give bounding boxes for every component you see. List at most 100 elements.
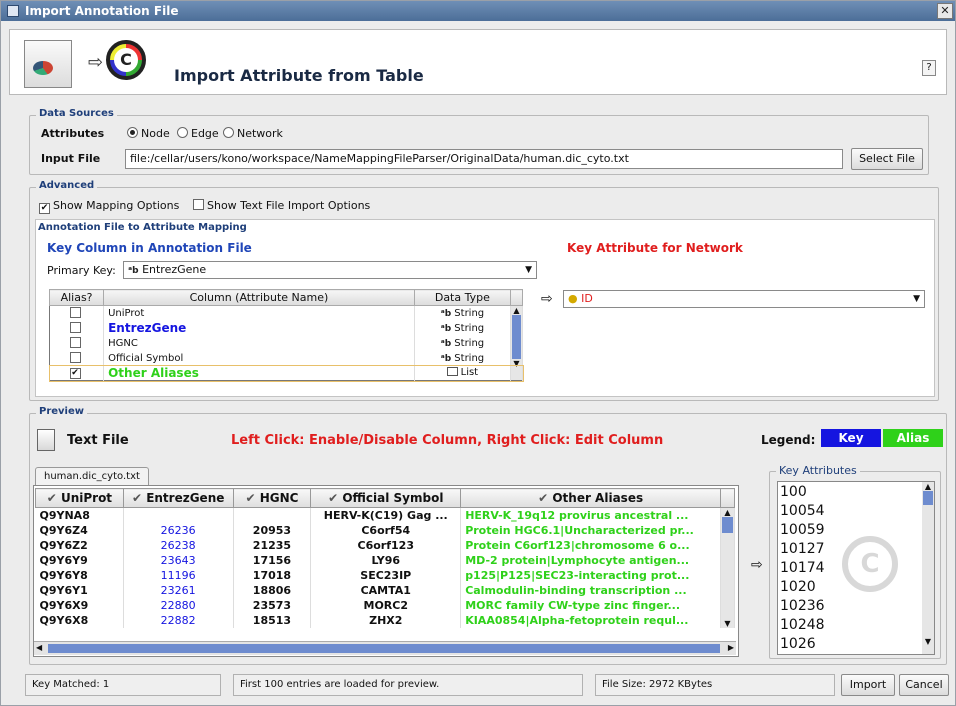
cell-entrezgene: 22880 bbox=[123, 597, 234, 613]
preview-scrollbar[interactable]: ▲ ▼ bbox=[720, 507, 735, 628]
mapping-row[interactable]: HGNC ᵃb String bbox=[49, 335, 523, 351]
key-attributes-scrollbar[interactable]: ▲ ▼ bbox=[922, 482, 934, 654]
col-alias[interactable]: Alias? bbox=[48, 289, 105, 306]
mapping-scroll-thumb[interactable] bbox=[511, 315, 521, 359]
table-row[interactable]: Q9Y6Y8 11196 17018 SEC23IP p125|P125|SEC… bbox=[35, 567, 735, 583]
list-item[interactable]: 10054 bbox=[780, 503, 825, 519]
list-item[interactable]: 10174 bbox=[780, 560, 825, 576]
alias-checkbox[interactable] bbox=[49, 350, 105, 366]
import-button[interactable]: Import bbox=[841, 674, 895, 696]
list-item[interactable]: 10248 bbox=[780, 617, 825, 633]
mapping-col-type: ᵃb String bbox=[414, 350, 511, 366]
preview-col-entrezgene[interactable]: ✔ EntrezGene bbox=[122, 488, 234, 508]
table-row[interactable]: Q9Y6Y9 23643 17156 LY96 MD-2 protein|Lym… bbox=[35, 552, 735, 568]
mapping-table: Alias? Column (Attribute Name) Data Type… bbox=[48, 289, 524, 382]
list-item[interactable]: 100 bbox=[780, 484, 807, 500]
attributes-label: Attributes bbox=[41, 127, 105, 140]
mapping-scrollbar[interactable]: ▲ ▼ bbox=[510, 305, 524, 381]
preview-col-other-aliases[interactable]: ✔ Other Aliases bbox=[460, 488, 722, 508]
select-file-button[interactable]: Select File bbox=[851, 148, 923, 170]
key-attributes-legend: Key Attributes bbox=[776, 464, 860, 477]
table-row[interactable]: Q9Y6X9 22880 23573 MORC2 MORC family CW-… bbox=[35, 597, 735, 613]
table-row[interactable]: Q9Y6Z2 26238 21235 C6orf123 Protein C6or… bbox=[35, 537, 735, 553]
mapping-col-type: ᵃb String bbox=[414, 305, 511, 321]
radio-network[interactable]: Network bbox=[223, 127, 283, 140]
primary-key-combo[interactable]: ᵃb EntrezGene ▼ bbox=[123, 261, 537, 279]
col-type[interactable]: Data Type bbox=[413, 289, 511, 306]
scroll-left-icon[interactable]: ◀ bbox=[36, 643, 42, 652]
scroll-up-icon[interactable]: ▲ bbox=[511, 306, 522, 315]
table-file-icon bbox=[24, 40, 72, 88]
radio-network-label: Network bbox=[237, 127, 283, 140]
scroll-down-icon[interactable]: ▼ bbox=[721, 619, 733, 628]
alias-checkbox[interactable] bbox=[49, 335, 105, 351]
radio-edge[interactable]: Edge bbox=[177, 127, 219, 140]
scroll-up-icon[interactable]: ▲ bbox=[721, 508, 733, 517]
show-mapping-label: Show Mapping Options bbox=[53, 199, 180, 212]
preview-col-official-symbol[interactable]: ✔ Official Symbol bbox=[310, 488, 462, 508]
cell-other-aliases: Calmodulin-binding transcription ... bbox=[460, 582, 722, 598]
show-text-import-checkbox[interactable]: Show Text File Import Options bbox=[193, 199, 370, 212]
mapping-col-name: EntrezGene bbox=[103, 320, 415, 336]
list-item[interactable]: 10059 bbox=[780, 522, 825, 538]
mapping-row[interactable]: ✔ Other Aliases List bbox=[48, 364, 524, 382]
mapping-type-label: String bbox=[454, 337, 485, 349]
scroll-right-icon[interactable]: ▶ bbox=[728, 643, 734, 652]
key-attributes-scroll-thumb[interactable] bbox=[923, 491, 933, 505]
table-row[interactable]: Q9Y6Y1 23261 18806 CAMTA1 Calmodulin-bin… bbox=[35, 582, 735, 598]
list-item[interactable]: 10127 bbox=[780, 541, 825, 557]
scroll-up-icon[interactable]: ▲ bbox=[922, 482, 934, 491]
list-item[interactable]: 1020 bbox=[780, 579, 816, 595]
scroll-down-icon[interactable]: ▼ bbox=[511, 359, 522, 368]
radio-node[interactable]: Node bbox=[127, 127, 170, 140]
col-name[interactable]: Column (Attribute Name) bbox=[103, 289, 415, 306]
chevron-down-icon: ▼ bbox=[913, 294, 920, 304]
list-item[interactable]: 10236 bbox=[780, 598, 825, 614]
mapping-row[interactable]: UniProt ᵃb String ▲ ▼ bbox=[49, 305, 524, 381]
key-attributes-list[interactable]: C 100 10054 10059 10127 10174 1020 10236… bbox=[777, 481, 935, 655]
preview-col-label: UniProt bbox=[60, 491, 113, 505]
table-row[interactable]: Q9Y6Z4 26236 20953 C6orf54 Protein HGC6.… bbox=[35, 522, 735, 538]
scroll-down-icon[interactable]: ▼ bbox=[922, 637, 934, 646]
file-tab[interactable]: human.dic_cyto.txt bbox=[35, 467, 149, 485]
file-size-status: File Size: 2972 KBytes bbox=[595, 674, 835, 696]
alias-checkbox[interactable] bbox=[49, 305, 105, 321]
preview-col-uniprot[interactable]: ✔ UniProt bbox=[35, 488, 124, 508]
cell-hgnc: 18806 bbox=[233, 582, 312, 598]
mapping-row[interactable]: EntrezGene ᵃb String bbox=[49, 320, 523, 336]
preview-h-scrollbar[interactable]: ◀ ▶ bbox=[34, 641, 736, 655]
table-row[interactable]: Q9Y6X8 22882 18513 ZHX2 KIAA0854|Alpha-f… bbox=[35, 612, 735, 628]
mapping-row[interactable]: Official Symbol ᵃb String bbox=[49, 350, 523, 366]
close-icon[interactable]: ✕ bbox=[937, 3, 953, 19]
cell-hgnc: 17156 bbox=[233, 552, 312, 568]
preview-table: ✔ UniProt ✔ EntrezGene ✔ HGNC ✔ Official… bbox=[35, 488, 735, 628]
table-row[interactable]: Q9YNA8 HERV-K(C19) Gag ... HERV-K_19q12 … bbox=[35, 507, 735, 628]
cell-other-aliases: Protein HGC6.1|Uncharacterized pr... bbox=[460, 522, 722, 538]
input-file-field[interactable]: file:/cellar/users/kono/workspace/NameMa… bbox=[125, 149, 843, 169]
cell-hgnc: 20953 bbox=[233, 522, 312, 538]
check-icon: ✔ bbox=[328, 491, 343, 505]
mapping-type-label: String bbox=[454, 352, 485, 364]
preview-scroll-header bbox=[720, 488, 735, 508]
show-mapping-checkbox[interactable]: ✔ Show Mapping Options bbox=[39, 199, 179, 214]
preview-col-label: Official Symbol bbox=[342, 491, 444, 505]
list-item[interactable]: 1026 bbox=[780, 636, 816, 652]
preview-scroll-thumb[interactable] bbox=[722, 517, 733, 533]
cell-other-aliases: MD-2 protein|Lymphocyte antigen... bbox=[460, 552, 722, 568]
key-attribute-combo[interactable]: ● ID ▼ bbox=[563, 290, 925, 308]
cell-uniprot: Q9Y6X8 bbox=[35, 612, 124, 628]
preview-h-scroll-thumb[interactable] bbox=[48, 644, 720, 653]
preview-col-hgnc[interactable]: ✔ HGNC bbox=[232, 488, 312, 508]
mapping-col-type: ᵃb String bbox=[414, 320, 511, 336]
mapping-title: Annotation File to Attribute Mapping bbox=[38, 222, 247, 233]
mapping-col-name: Other Aliases bbox=[103, 365, 415, 381]
dialog-header: ⇨ Import Attribute from Table ? bbox=[9, 29, 947, 95]
cell-hgnc: 18513 bbox=[233, 612, 312, 628]
legend-key-badge: Key bbox=[821, 429, 881, 447]
cell-hgnc: 23573 bbox=[233, 597, 312, 613]
alias-checkbox[interactable] bbox=[49, 320, 105, 336]
cancel-button[interactable]: Cancel bbox=[899, 674, 949, 696]
alias-checkbox[interactable]: ✔ bbox=[49, 365, 105, 381]
preview-col-label: HGNC bbox=[259, 491, 299, 505]
help-icon[interactable]: ? bbox=[922, 60, 936, 76]
